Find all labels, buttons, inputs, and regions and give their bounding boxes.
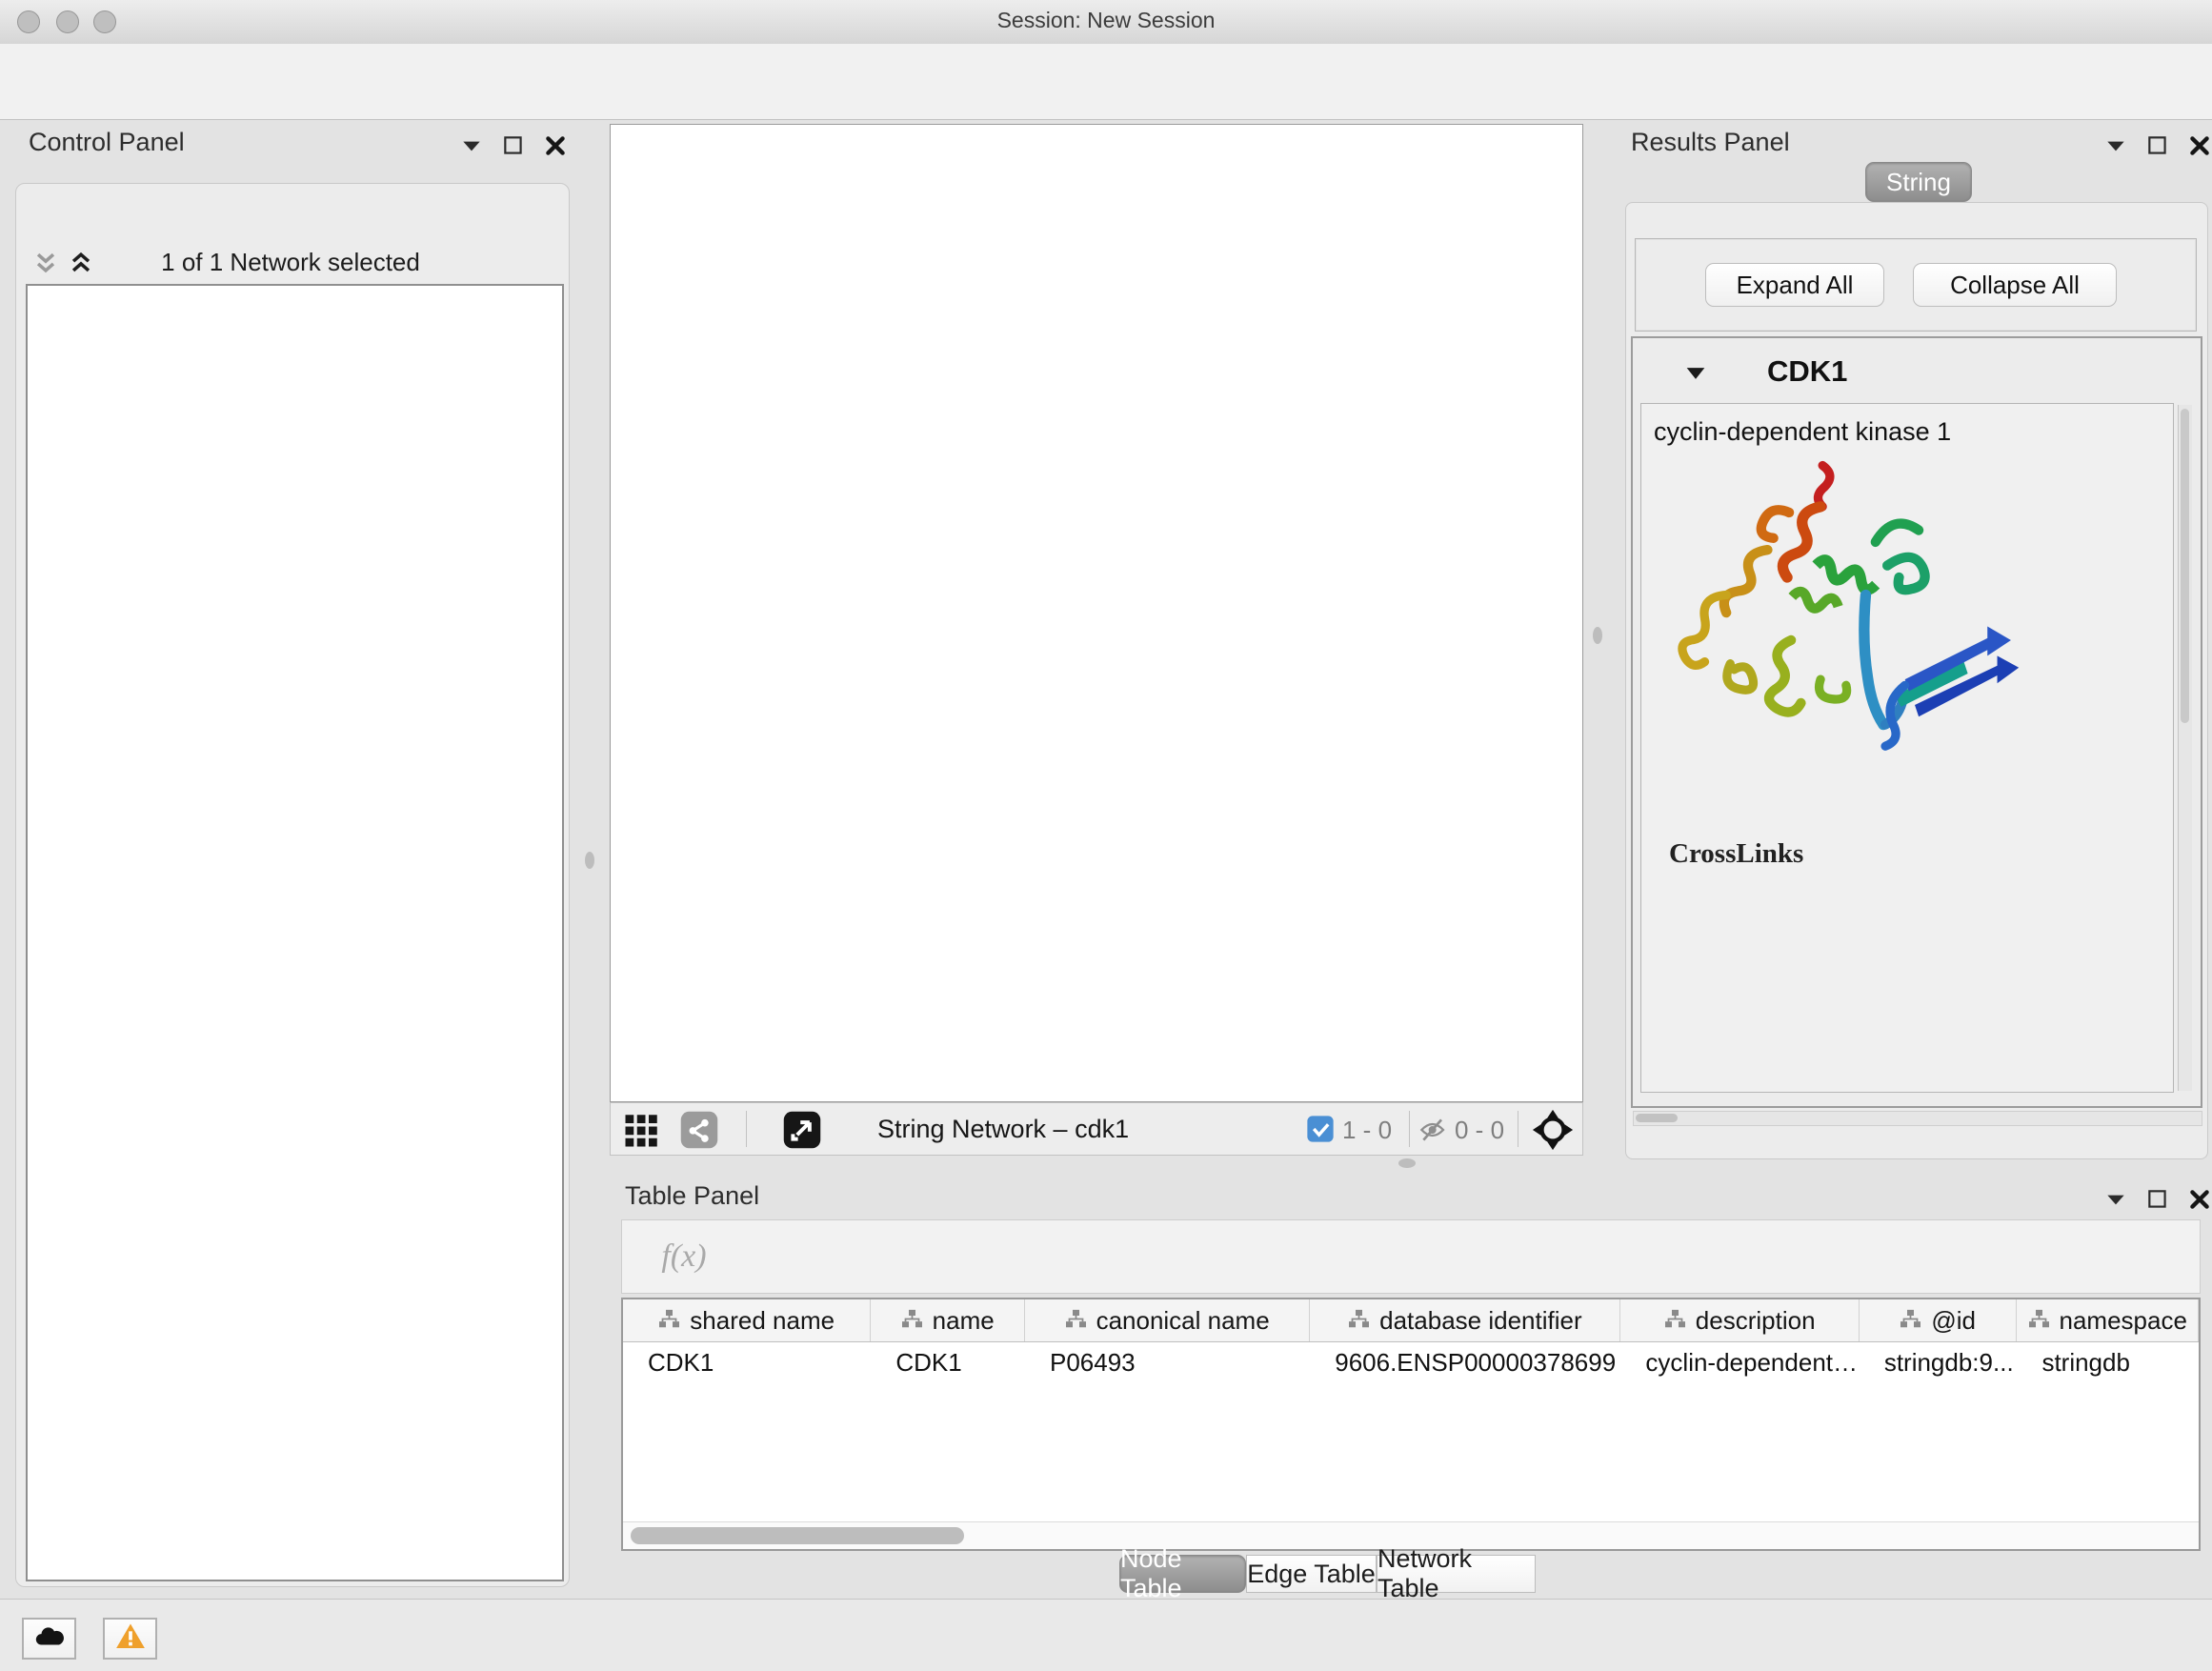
control-panel-window-icons <box>459 133 568 163</box>
section-collapse-caret-icon[interactable] <box>1682 360 1709 392</box>
results-panel-window-icons <box>2103 133 2212 163</box>
column-header--id[interactable]: @id <box>1860 1299 2018 1341</box>
bottom-splitter-handle[interactable] <box>1398 1158 1416 1168</box>
selected-checkbox-icon[interactable] <box>1306 1115 1335 1148</box>
column-header-canonical-name[interactable]: canonical name <box>1025 1299 1310 1341</box>
birdseye-crosshair-icon[interactable] <box>1531 1108 1575 1157</box>
column-header-description[interactable]: description <box>1620 1299 1859 1341</box>
hidden-count: 0 - 0 <box>1455 1116 1504 1145</box>
tab-string[interactable]: String <box>1865 162 1972 202</box>
cell--id[interactable]: stringdb:9... <box>1860 1348 2018 1378</box>
view-network-title: String Network – cdk1 <box>877 1115 1129 1144</box>
title-bar: Session: New Session <box>0 0 2212 45</box>
table-panel-window-icons <box>2103 1187 2212 1217</box>
results-vertical-scrollbar[interactable] <box>2178 405 2192 1091</box>
right-splitter-handle[interactable] <box>1593 627 1602 644</box>
function-fx-icon: f(x) <box>661 1238 706 1275</box>
tab-node-table[interactable]: Node Table <box>1119 1555 1246 1593</box>
collapse-panel-icon[interactable] <box>459 133 484 163</box>
column-header-shared-name[interactable]: shared name <box>623 1299 871 1341</box>
column-header-database-identifier[interactable]: database identifier <box>1310 1299 1620 1341</box>
expand-all-icon[interactable] <box>67 250 95 281</box>
collapse-panel-icon[interactable] <box>2103 133 2128 163</box>
float-panel-icon[interactable] <box>2145 133 2170 163</box>
left-splitter-handle[interactable] <box>585 852 594 869</box>
close-panel-icon[interactable] <box>2187 1187 2212 1217</box>
close-panel-icon[interactable] <box>543 133 568 163</box>
cell-canonical-name[interactable]: P06493 <box>1025 1348 1310 1378</box>
status-bar: Memory <box>0 1599 2212 1671</box>
node-table[interactable]: shared name name canonical name database id… <box>621 1298 2201 1551</box>
selected-count: 1 - 0 <box>1342 1116 1392 1145</box>
table-toolbar: f(x) <box>621 1219 2201 1294</box>
node-description: cyclin-dependent kinase 1 <box>1654 417 1951 447</box>
column-header-name[interactable]: name <box>871 1299 1025 1341</box>
column-label: shared name <box>690 1306 835 1336</box>
column-header-namespace[interactable]: namespace <box>2017 1299 2199 1341</box>
function-builder-button[interactable]: f(x) <box>641 1234 727 1279</box>
open-in-window-icon[interactable] <box>782 1110 822 1155</box>
scrollbar-thumb[interactable] <box>631 1527 964 1544</box>
column-tree-icon <box>1348 1306 1370 1336</box>
protein-structure-image <box>1669 448 2031 776</box>
column-label: @id <box>1931 1306 1976 1336</box>
grid-view-icon[interactable] <box>622 1110 662 1155</box>
table-row[interactable]: CDK1CDK1P064939606.ENSP00000378699cyclin… <box>623 1342 2199 1382</box>
float-panel-icon[interactable] <box>501 133 526 163</box>
network-canvas[interactable] <box>610 124 1583 1102</box>
collapse-all-button[interactable]: Collapse All <box>1913 263 2117 307</box>
column-tree-icon <box>1664 1306 1686 1336</box>
column-tree-icon <box>2028 1306 2050 1336</box>
table-panel-title: Table Panel <box>625 1181 759 1211</box>
main-toolbar <box>0 44 2212 120</box>
window-title: Session: New Session <box>0 8 2212 33</box>
cell-description[interactable]: cyclin-dependent ... <box>1620 1348 1859 1378</box>
close-panel-icon[interactable] <box>2187 133 2212 163</box>
warning-icon <box>112 1621 149 1658</box>
tab-edge-table[interactable]: Edge Table <box>1246 1555 1377 1593</box>
float-panel-icon[interactable] <box>2145 1187 2170 1217</box>
column-tree-icon <box>658 1306 680 1336</box>
divider <box>746 1111 747 1147</box>
cell-name[interactable]: CDK1 <box>871 1348 1025 1378</box>
column-label: canonical name <box>1096 1306 1270 1336</box>
cloud-status-button[interactable] <box>22 1618 76 1660</box>
tab-network-table[interactable]: Network Table <box>1377 1555 1536 1593</box>
column-label: database identifier <box>1379 1306 1581 1336</box>
network-collection-tree <box>26 284 564 1581</box>
network-share-view-icon[interactable] <box>679 1110 719 1155</box>
cloud-icon <box>30 1621 69 1658</box>
collapse-panel-icon[interactable] <box>2103 1187 2128 1217</box>
cell-shared-name[interactable]: CDK1 <box>623 1348 871 1378</box>
column-tree-icon <box>1065 1306 1087 1336</box>
expand-all-button[interactable]: Expand All <box>1705 263 1884 307</box>
results-horizontal-scrollbar[interactable] <box>1633 1111 2202 1126</box>
cytoscape-window: Session: New Session Control Panel 1 of … <box>0 0 2212 1671</box>
column-tree-icon <box>1900 1306 1921 1336</box>
column-tree-icon <box>901 1306 923 1336</box>
cell-database-identifier[interactable]: 9606.ENSP00000378699 <box>1310 1348 1620 1378</box>
collapse-all-icon[interactable] <box>31 250 60 281</box>
results-panel-title: Results Panel <box>1631 128 1790 157</box>
column-label: description <box>1696 1306 1816 1336</box>
column-label: namespace <box>2060 1306 2187 1336</box>
crosslinks-heading: CrossLinks <box>1669 838 1803 870</box>
column-label: name <box>933 1306 995 1336</box>
cell-namespace[interactable]: stringdb <box>2017 1348 2199 1378</box>
divider <box>1409 1111 1410 1147</box>
hidden-eye-icon <box>1418 1115 1449 1150</box>
network-view-toolbar: String Network – cdk1 1 - 0 0 - 0 <box>610 1102 1583 1156</box>
control-panel-title: Control Panel <box>29 128 185 157</box>
network-graph[interactable] <box>611 125 1582 1101</box>
node-name-heading: CDK1 <box>1767 354 1847 389</box>
warnings-button[interactable] <box>103 1618 157 1660</box>
network-selected-status: 1 of 1 Network selected <box>114 248 467 277</box>
table-header-row: shared name name canonical name database id… <box>623 1299 2199 1342</box>
